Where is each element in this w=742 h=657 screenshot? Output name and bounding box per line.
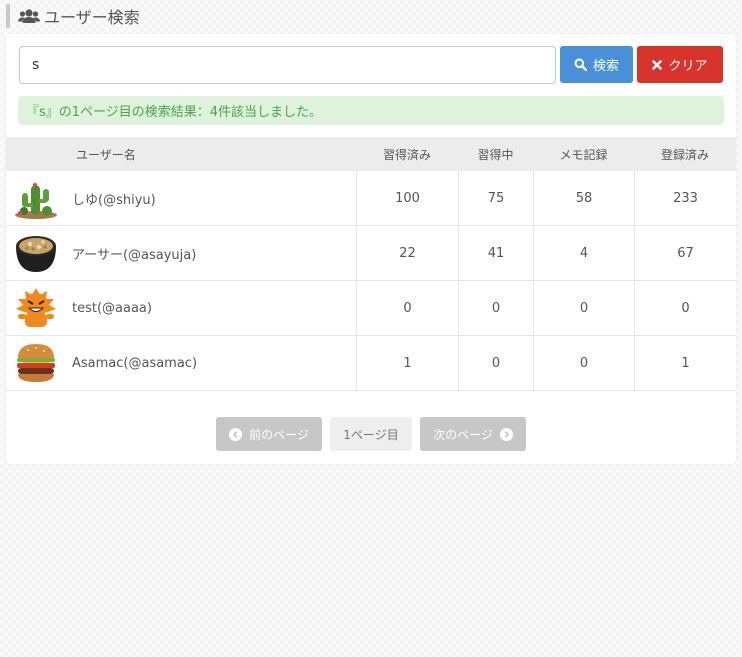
learning-count: 75 — [458, 171, 533, 225]
hamburger-avatar-icon — [17, 344, 55, 382]
memo-count: 58 — [533, 171, 634, 225]
search-input[interactable] — [19, 46, 556, 84]
table-row[interactable]: test(@aaaa) 0 0 0 0 — [6, 281, 736, 336]
column-header-learned: 習得済み — [382, 147, 431, 162]
search-icon — [574, 58, 587, 71]
learned-count: 22 — [356, 226, 458, 280]
column-header-username: ユーザー名 — [76, 147, 136, 162]
memo-count: 4 — [533, 226, 634, 280]
pagination: 前のページ 1ページ目 次のページ — [6, 417, 736, 451]
page-header: ユーザー検索 — [6, 4, 140, 28]
learning-count: 0 — [458, 336, 533, 390]
learned-count: 1 — [356, 336, 458, 390]
next-page-button[interactable]: 次のページ — [420, 417, 526, 451]
search-panel: 検索 クリア 『s』の1ページ目の検索結果：4件該当しました。 ユーザー名 習得… — [6, 34, 736, 464]
table-row[interactable]: しゆ(@shiyu) 100 75 58 233 — [6, 171, 736, 226]
avatar[interactable] — [6, 226, 66, 280]
search-button-label: 検索 — [592, 58, 619, 73]
user-table: ユーザー名 習得済み 習得中 メモ記録 登録済み しゆ(@shiyu) 100 … — [6, 137, 736, 391]
prev-page-label: 前のページ — [249, 427, 309, 442]
clear-button[interactable]: クリア — [637, 46, 723, 83]
users-icon — [18, 9, 40, 23]
header-avatar-spacer — [6, 137, 66, 171]
learning-count: 0 — [458, 281, 533, 335]
registered-count: 233 — [634, 171, 736, 225]
learned-count: 0 — [356, 281, 458, 335]
registered-count: 67 — [634, 226, 736, 280]
miso-soup-avatar-icon — [16, 236, 56, 272]
memo-count: 0 — [533, 281, 634, 335]
table-row[interactable]: Asamac(@asamac) 1 0 0 1 — [6, 336, 736, 391]
user-name[interactable]: アーサー(@asayuja) — [66, 244, 356, 263]
learned-count: 100 — [356, 171, 458, 225]
table-header: ユーザー名 習得済み 習得中 メモ記録 登録済み — [6, 137, 736, 171]
avatar[interactable] — [6, 171, 66, 225]
memo-count: 0 — [533, 336, 634, 390]
avatar[interactable] — [6, 336, 66, 390]
user-name[interactable]: test(@aaaa) — [66, 301, 356, 316]
user-name[interactable]: Asamac(@asamac) — [66, 356, 356, 371]
table-row[interactable]: アーサー(@asayuja) 22 41 4 67 — [6, 226, 736, 281]
current-page-indicator: 1ページ目 — [330, 417, 412, 451]
chevron-right-icon — [499, 427, 513, 441]
chevron-left-icon — [229, 427, 243, 441]
column-header-registered: 登録済み — [660, 147, 709, 162]
column-header-memo: メモ記録 — [559, 147, 608, 162]
orange-monster-avatar-icon — [16, 288, 56, 327]
column-header-learning: 習得中 — [477, 147, 514, 162]
user-name[interactable]: しゆ(@shiyu) — [66, 189, 356, 208]
registered-count: 0 — [634, 281, 736, 335]
learning-count: 41 — [458, 226, 533, 280]
cactus-avatar-icon — [15, 183, 57, 219]
page-title: ユーザー検索 — [44, 8, 140, 27]
search-result-alert: 『s』の1ページ目の検索結果：4件該当しました。 — [18, 96, 724, 125]
registered-count: 1 — [634, 336, 736, 390]
search-button[interactable]: 検索 — [560, 46, 633, 83]
next-page-label: 次のページ — [433, 427, 493, 442]
avatar[interactable] — [6, 281, 66, 335]
prev-page-button[interactable]: 前のページ — [216, 417, 322, 451]
close-icon — [652, 59, 663, 70]
clear-button-label: クリア — [668, 58, 708, 73]
